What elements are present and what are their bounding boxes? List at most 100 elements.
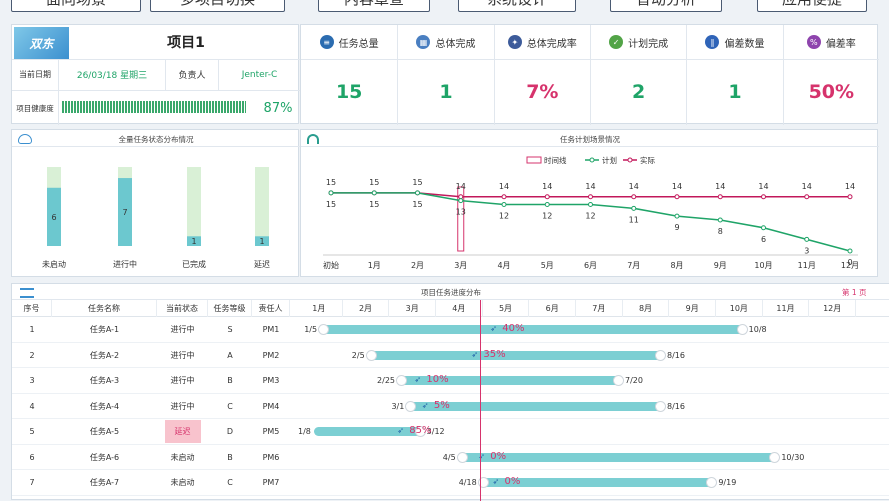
bar-end-handle[interactable] (706, 477, 718, 488)
gantt-row[interactable]: 4 任务A-4 进行中 C PM4 3/1 8/16 ➶ 5% (12, 394, 889, 419)
gantt-column-header: 序号 (12, 300, 52, 317)
plan-chart-panel: 任务计划场景情况 时间线 计划 实际 15 15 15 14 14 14 14 14 14 14 14 14… (300, 129, 879, 277)
bar-end-handle[interactable] (613, 375, 624, 386)
gantt-row[interactable]: 2 任务A-2 进行中 A PM2 2/5 8/16 ➶ 35% (12, 343, 889, 368)
status-bar-value: 1 (191, 237, 196, 246)
bar-start-handle[interactable] (405, 400, 417, 412)
stat-value-5: 1 (686, 59, 782, 125)
row-number: 5 (29, 427, 35, 436)
bar-end-handle[interactable] (736, 324, 748, 335)
series-point (761, 225, 766, 231)
legend-timeline-swatch (526, 156, 542, 164)
task-owner: PM4 (262, 401, 280, 411)
gantt-month-header: 10月 (716, 300, 763, 317)
gantt-row[interactable]: 3 任务A-3 进行中 B PM3 2/25 7/20 ➶ 10% (12, 368, 889, 394)
legend-label: 计划 (602, 155, 617, 165)
series-data-label: 14 (802, 182, 812, 191)
row-number: 3 (29, 376, 35, 385)
gantt-column-header: 任务名称 (52, 300, 157, 317)
row-number: 4 (29, 401, 35, 411)
series-point (458, 198, 464, 204)
task-name: 任务A-2 (89, 350, 120, 360)
gantt-row[interactable]: 1 任务A-1 进行中 S PM1 1/5 10/8 ➶ 40% (12, 317, 889, 343)
gantt-row[interactable]: 5 任务A-5 延迟 D PM5 1/8 3/12 ➶ 85% (12, 419, 889, 445)
task-progress-bar[interactable] (314, 426, 426, 437)
bar-start-handle[interactable] (456, 451, 468, 463)
bar-start-handle[interactable] (396, 375, 407, 386)
top-nav-button-3[interactable]: 内容章查 (318, 0, 430, 12)
stat-header-5: ∥ 偏差数量 (686, 25, 782, 59)
row-number: 6 (29, 452, 35, 462)
rocket-icon: ➶ (414, 375, 422, 384)
task-level: C (227, 478, 233, 487)
task-progress-percent: 40% (502, 323, 525, 334)
top-nav-button-5[interactable]: 智动分析 (610, 0, 722, 12)
task-start-date: 2/25 (377, 376, 395, 385)
x-tick-label: 7月 (627, 261, 640, 270)
row-number: 1 (29, 325, 35, 334)
stat-label: 总体完成 (435, 38, 476, 50)
status-chart-title: 全量任务状态分布情况 (118, 135, 194, 144)
status-bar-track (255, 167, 269, 246)
series-data-label: 3 (804, 246, 809, 255)
page-indicator[interactable]: 第 1 页 (842, 287, 867, 298)
status-bar-track (187, 167, 201, 246)
legend-marker (627, 157, 633, 163)
bar-end-handle[interactable] (769, 451, 781, 463)
gantt-month-header: 6月 (529, 300, 576, 317)
stat-label: 计划完成 (628, 38, 669, 50)
task-start-date: 1/5 (304, 325, 318, 334)
bar-start-handle[interactable] (318, 324, 330, 335)
task-progress-percent: 85% (409, 425, 432, 436)
bar-start-handle[interactable] (365, 349, 377, 361)
task-start-date: 3/1 (391, 401, 405, 411)
series-data-label: 15 (412, 178, 422, 187)
bar-end-handle[interactable] (654, 400, 666, 412)
series-data-label: 14 (499, 182, 509, 191)
series-point (501, 202, 507, 207)
status-category-label: 延迟 (254, 259, 270, 269)
gantt-column-header: 当前状态 (157, 300, 208, 317)
project-summary-panel: 双东 项目1 当前日期 26/03/18 星期三 负责人 Jenter-C 项目… (11, 24, 300, 125)
top-nav-button-6[interactable]: 应用便捷 (757, 0, 867, 12)
gantt-row[interactable]: 7 任务A-7 未启动 C PM7 4/18 9/19 ➶ 0% (12, 470, 889, 496)
gantt-row[interactable]: 6 任务A-6 未启动 B PM6 4/5 10/30 ➶ 0% (12, 445, 889, 470)
top-nav-button-1[interactable]: 面向场景 (11, 0, 141, 12)
stat-label: 偏差数量 (724, 38, 765, 50)
task-progress-percent: 10% (426, 374, 449, 385)
top-nav-button-4[interactable]: 系统设计 (458, 0, 576, 12)
task-level: S (227, 325, 233, 334)
owner-value: Jenter-C (241, 69, 278, 80)
gantt-month-header: 3月 (389, 300, 436, 317)
series-point (717, 217, 723, 223)
stats-panel: ≡ 任务总量 15 ▦ 总体完成 1 ✦ 总体完成率 7% ✓ 计划完成 2 ∥ 偏差数量 1% 偏差率 50% (300, 24, 879, 125)
stat-value-6: 50% (782, 59, 879, 125)
task-progress-bar[interactable] (365, 349, 666, 361)
task-progress-bar[interactable] (456, 451, 781, 463)
series-data-label: 14 (672, 182, 682, 191)
task-progress-bar[interactable] (318, 324, 748, 335)
series-data-label: 15 (326, 200, 336, 209)
stat-value-1: 15 (335, 81, 363, 103)
status-bar-value: 7 (122, 208, 127, 217)
task-progress-percent: 0% (504, 476, 521, 487)
task-progress-percent: 0% (490, 450, 507, 462)
task-end-date: 10/8 (748, 325, 767, 334)
status-category-label: 未启动 (42, 259, 66, 269)
series-point (717, 194, 723, 200)
task-end-date: 8/16 (667, 350, 685, 360)
gantt-month-header: 5月 (483, 300, 530, 317)
bar-end-handle[interactable] (654, 349, 666, 361)
series-point (804, 194, 810, 200)
status-chart-panel: 全量任务状态分布情况 6 未启动 7 进行中 1 已完成 1 延迟 (11, 129, 300, 277)
series-point (544, 202, 550, 207)
series-data-label: 12 (585, 212, 595, 221)
status-category-label: 已完成 (182, 259, 206, 269)
x-tick-label: 5月 (541, 261, 554, 270)
stat-header-1: ≡ 任务总量 (301, 25, 397, 59)
gantt-month-header: 7月 (576, 300, 623, 317)
top-nav-button-2[interactable]: 多项目切换 (150, 0, 285, 12)
status-bar-value: 6 (51, 213, 56, 222)
task-owner: PM6 (262, 452, 280, 462)
series-data-label: 14 (456, 182, 466, 191)
